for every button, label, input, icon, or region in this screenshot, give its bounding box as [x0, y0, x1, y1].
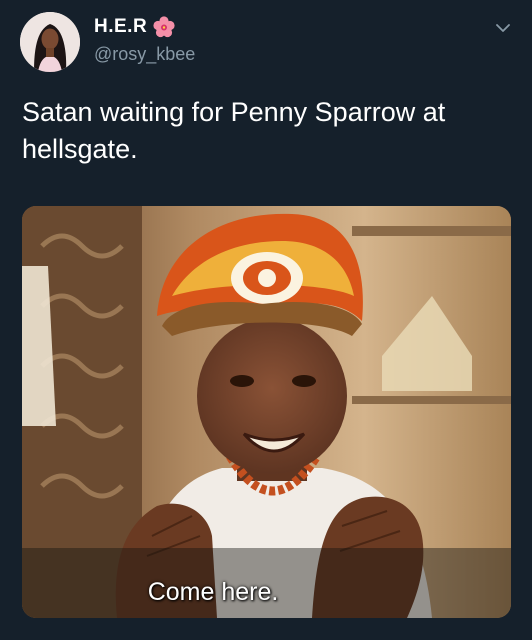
user-handle[interactable]: @rosy_kbee — [94, 44, 195, 65]
tweet-media[interactable]: Come here. — [22, 206, 511, 618]
display-name[interactable]: H.E.R — [94, 16, 175, 38]
tweet-text: Satan waiting for Penny Sparrow at hells… — [22, 97, 446, 164]
chevron-down-icon[interactable] — [492, 17, 514, 39]
tweet-card[interactable]: H.E.R @rosy_kbee Satan waiting for Penny… — [0, 0, 532, 640]
display-name-text[interactable]: H.E.R — [94, 16, 147, 38]
hibiscus-icon — [153, 16, 175, 38]
avatar[interactable] — [20, 12, 80, 72]
avatar-image — [20, 12, 80, 72]
media-subtitle: Come here. — [147, 578, 279, 606]
